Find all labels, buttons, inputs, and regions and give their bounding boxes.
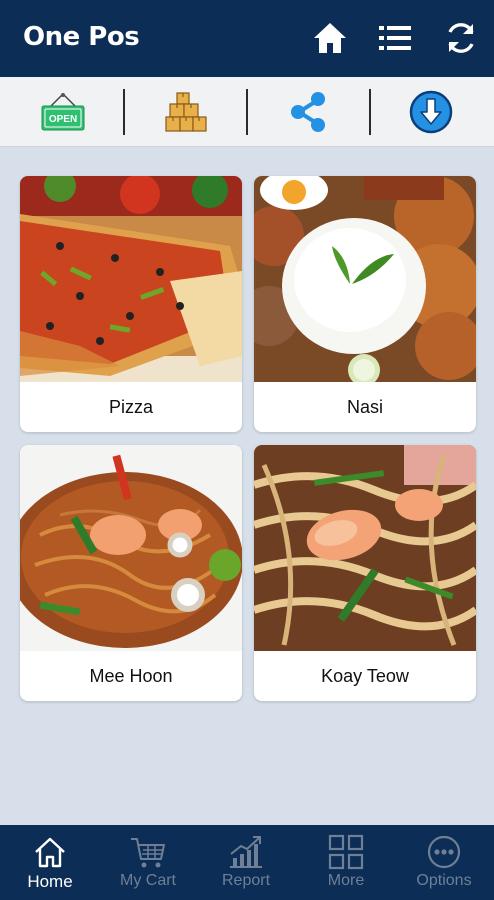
home-icon [30, 833, 70, 871]
nav-label: Options [416, 872, 472, 889]
list-button[interactable] [375, 18, 415, 58]
nav-report[interactable]: Report [197, 825, 295, 900]
sync-button[interactable] [441, 18, 481, 58]
app-title: One Pos [23, 22, 140, 52]
app-bar: One Pos [0, 0, 494, 77]
nav-label: More [327, 872, 365, 889]
grid-icon [326, 833, 366, 871]
share-button[interactable] [268, 87, 348, 137]
nasi-image [254, 176, 476, 382]
nav-options[interactable]: Options [395, 825, 493, 900]
nav-home[interactable]: Home [1, 825, 99, 900]
report-chart-icon [226, 833, 266, 871]
koay-teow-image [254, 445, 476, 651]
open-sign-icon: OPEN [41, 93, 85, 131]
nav-label: Report [221, 872, 271, 889]
ellipsis-circle-icon [424, 833, 464, 871]
category-card-nasi[interactable]: Nasi [254, 176, 476, 432]
nav-more[interactable]: More [297, 825, 395, 900]
bottom-navigation: Home My Cart Report More Options [0, 825, 494, 900]
boxes-icon [165, 92, 207, 132]
download-icon [409, 90, 453, 134]
cart-icon [128, 833, 168, 871]
action-toolbar: OPEN [0, 77, 494, 147]
category-name: Koay Teow [321, 665, 409, 686]
open-sign-text: OPEN [49, 114, 77, 125]
toolbar-divider [369, 89, 371, 135]
download-button[interactable] [391, 87, 471, 137]
nav-label: Home [27, 872, 73, 891]
inventory-button[interactable] [146, 87, 226, 137]
sync-icon [448, 23, 474, 53]
store-open-button[interactable]: OPEN [23, 87, 103, 137]
list-icon [379, 26, 411, 50]
share-icon [291, 92, 325, 132]
nav-label: My Cart [120, 872, 176, 889]
toolbar-divider [123, 89, 125, 135]
home-icon [314, 23, 346, 53]
category-card-pizza[interactable]: Pizza [20, 176, 242, 432]
toolbar-divider [246, 89, 248, 135]
category-name: Nasi [346, 396, 383, 417]
category-card-koay-teow[interactable]: Koay Teow [254, 445, 476, 701]
category-card-mee-hoon[interactable]: Mee Hoon [20, 445, 242, 701]
nav-my-cart[interactable]: My Cart [99, 825, 197, 900]
category-name: Mee Hoon [89, 665, 173, 686]
pizza-image [20, 176, 242, 382]
category-name: Pizza [108, 396, 153, 417]
mee-hoon-image [20, 445, 242, 651]
home-button[interactable] [310, 18, 350, 58]
